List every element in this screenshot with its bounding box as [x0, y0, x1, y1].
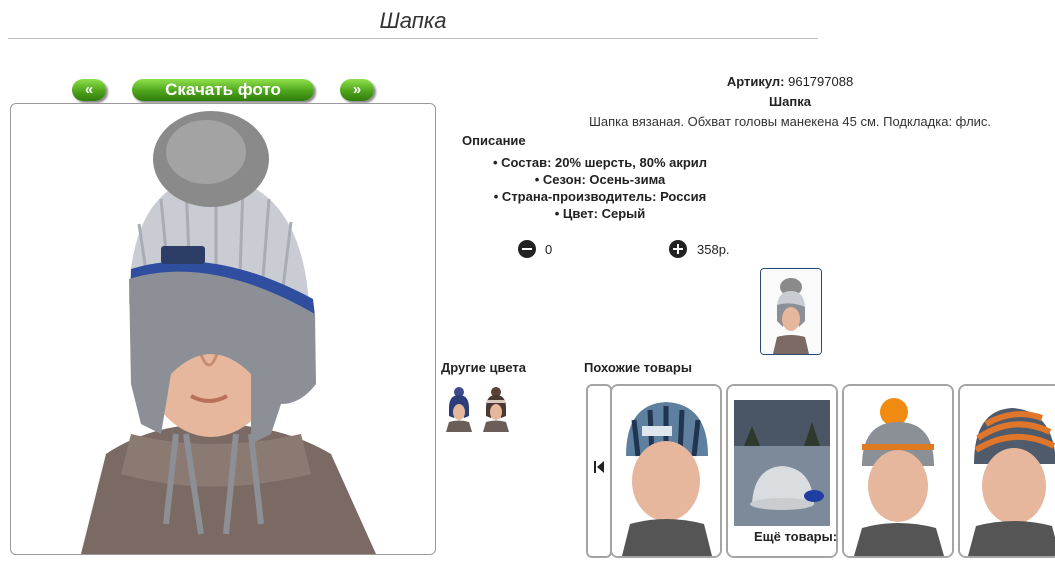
similar-product-card[interactable] — [842, 384, 954, 558]
similar-product-card[interactable] — [958, 384, 1055, 558]
product-name: Шапка — [769, 94, 811, 109]
article-line: Артикул: 961797088 — [440, 74, 1055, 89]
product-photo[interactable] — [10, 103, 436, 555]
blue-hat-image — [444, 386, 474, 432]
other-colors-heading: Другие цвета — [441, 360, 526, 375]
hat-on-mannequin-image — [81, 111, 376, 554]
striped-hat-image — [612, 386, 720, 556]
article-label: Артикул: — [726, 74, 785, 89]
carousel-prev-button[interactable] — [586, 384, 612, 558]
first-page-icon — [594, 461, 604, 473]
product-description: Шапка вязаная. Обхват головы манекена 45… — [588, 114, 992, 129]
plus-circle-icon[interactable] — [669, 240, 687, 258]
price-value: 358р. — [697, 242, 730, 257]
multicolor-striped-hat-image — [960, 386, 1055, 556]
color-variant-blue[interactable] — [444, 386, 474, 432]
photo-thumbnail[interactable] — [760, 268, 822, 355]
property-item: • Страна-производитель: Россия — [493, 189, 707, 204]
next-photo-button[interactable]: » — [340, 79, 374, 101]
page-title: Шапка — [379, 8, 447, 33]
color-variant-brown[interactable] — [481, 386, 511, 432]
similar-product-card[interactable] — [610, 384, 722, 558]
quantity-value: 0 — [545, 242, 553, 257]
title-divider — [8, 38, 818, 39]
similar-products-heading: Похожие товары — [584, 360, 692, 375]
hat-thumbnail-image — [761, 269, 821, 354]
more-products-heading: Ещё товары: — [754, 529, 838, 544]
minus-circle-icon[interactable] — [518, 240, 536, 258]
download-photo-button[interactable]: Скачать фото — [132, 79, 314, 101]
description-heading: Описание — [462, 133, 526, 148]
property-item: • Состав: 20% шерсть, 80% акрил — [492, 155, 708, 170]
property-item: • Сезон: Осень-зима — [534, 172, 666, 187]
product-properties: • Состав: 20% шерсть, 80% акрил • Сезон:… — [440, 154, 760, 222]
article-value: 961797088 — [788, 74, 854, 89]
orange-pompom-hat-image — [844, 386, 952, 556]
brown-hat-image — [481, 386, 511, 432]
prev-photo-button[interactable]: « — [72, 79, 106, 101]
property-item: • Цвет: Серый — [554, 206, 646, 221]
